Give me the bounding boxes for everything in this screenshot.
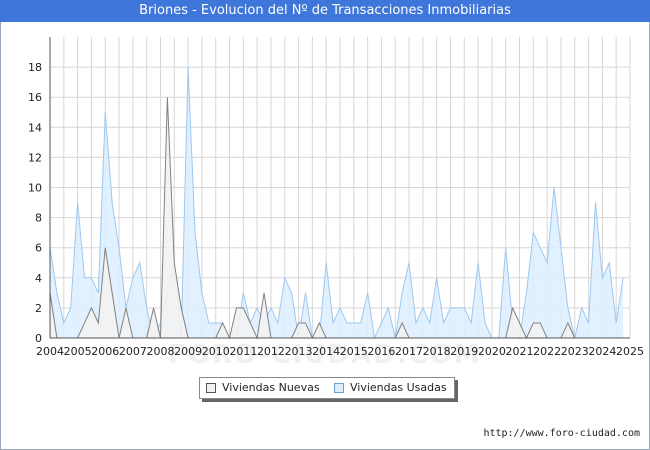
x-tick-label: 2020: [478, 345, 506, 358]
legend-swatch-nuevas: [206, 383, 216, 393]
series-areas: [49, 67, 624, 340]
y-tick-label: 4: [35, 272, 42, 285]
x-tick-label: 2019: [450, 345, 478, 358]
x-tick-label: 2005: [64, 345, 92, 358]
y-tick-label: 14: [28, 121, 42, 134]
x-tick-label: 2004: [36, 345, 64, 358]
x-tick-label: 2021: [506, 345, 534, 358]
x-tick-label: 2025: [616, 345, 644, 358]
x-tick-label: 2007: [119, 345, 147, 358]
x-tick-labels: 2004 2005 2006 2007 2008 2009 2010 2011 2012 2013…: [36, 345, 644, 358]
x-tick-label: 2015: [340, 345, 368, 358]
x-tick-label: 2017: [395, 345, 423, 358]
y-tick-label: 0: [35, 332, 42, 345]
y-tick-labels: 0 2 4 6 8 10 12 14 16 18: [28, 61, 42, 345]
x-tick-label: 2018: [423, 345, 451, 358]
y-tick-label: 6: [35, 242, 42, 255]
x-tick-label: 2013: [285, 345, 313, 358]
x-tick-label: 2006: [91, 345, 119, 358]
x-tick-label: 2023: [561, 345, 589, 358]
x-tick-label: 2009: [174, 345, 202, 358]
y-tick-label: 8: [35, 212, 42, 225]
x-tick-label: 2024: [588, 345, 616, 358]
legend-label-nuevas: Viviendas Nuevas: [222, 381, 320, 394]
legend-swatch-usadas: [334, 383, 344, 393]
y-tick-label: 16: [28, 91, 42, 104]
x-tick-label: 2010: [202, 345, 230, 358]
legend-label-usadas: Viviendas Usadas: [350, 381, 447, 394]
y-tick-label: 18: [28, 61, 42, 74]
x-tick-label: 2012: [257, 345, 285, 358]
y-tick-label: 12: [28, 151, 42, 164]
legend: Viviendas Nuevas Viviendas Usadas: [199, 377, 455, 399]
source-credit: http://www.foro-ciudad.com: [483, 428, 640, 439]
x-tick-label: 2022: [533, 345, 561, 358]
x-tick-label: 2016: [367, 345, 395, 358]
series-area-usadas: [50, 67, 624, 338]
x-tick-label: 2011: [229, 345, 257, 358]
y-tick-label: 10: [28, 182, 42, 195]
x-tick-label: 2008: [146, 345, 174, 358]
y-tick-label: 2: [35, 302, 42, 315]
x-tick-label: 2014: [312, 345, 340, 358]
